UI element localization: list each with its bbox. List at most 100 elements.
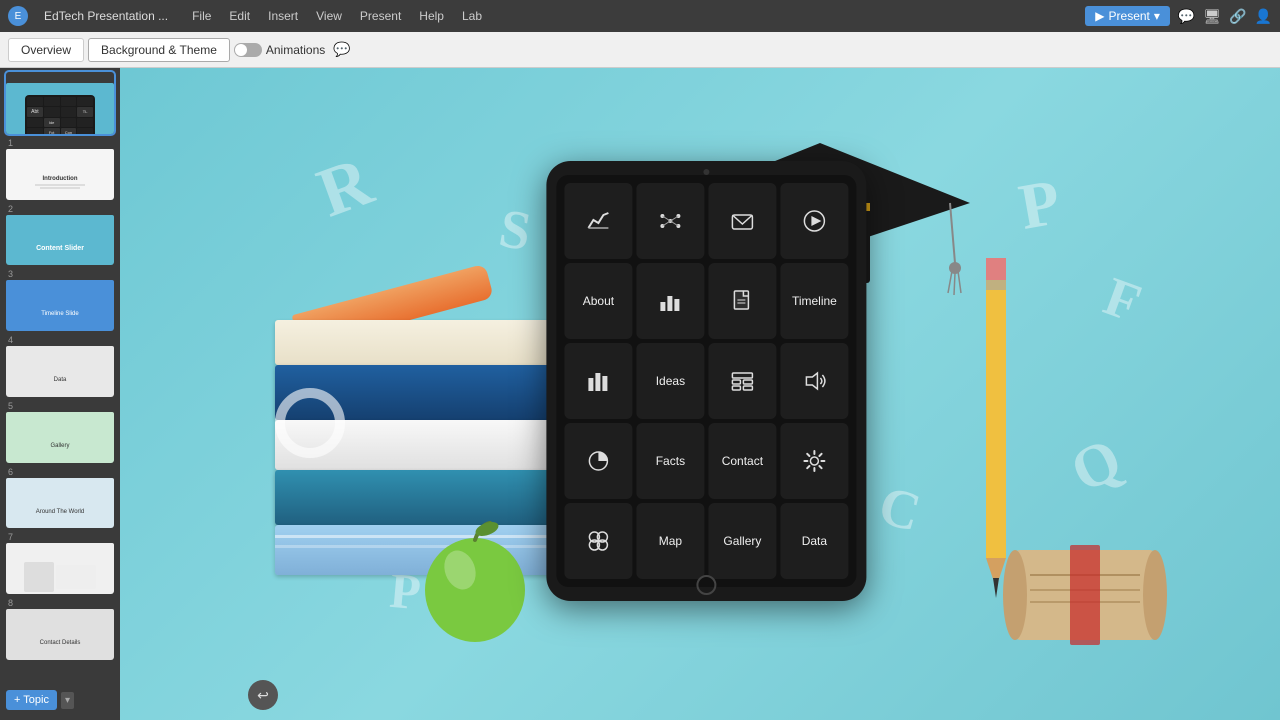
sidebar-item-contact[interactable]: 8 Contact Details Contact bbox=[6, 598, 114, 660]
diploma bbox=[995, 540, 1175, 650]
tab-overview[interactable]: Overview bbox=[8, 38, 84, 62]
menu-bar: FileEditInsertViewPresentHelpLab bbox=[184, 7, 1069, 25]
slide-preview-facts bbox=[6, 543, 114, 594]
tablet-cell-grid[interactable] bbox=[708, 343, 776, 419]
slide-preview-data: Data bbox=[6, 346, 114, 397]
tablet-cell-about[interactable]: About bbox=[564, 263, 632, 339]
tablet-cell-timeline[interactable]: Timeline bbox=[780, 263, 848, 339]
slide-preview-map: Around The World bbox=[6, 478, 114, 529]
menu-item-file[interactable]: File bbox=[184, 7, 219, 25]
tablet-cell-doc[interactable] bbox=[708, 263, 776, 339]
tablet-cell-data[interactable]: Data bbox=[780, 503, 848, 579]
main-layout: Abt TL Ide Fct Con Overview 1 bbox=[0, 68, 1280, 720]
sidebar-item-overview[interactable]: Abt TL Ide Fct Con Overview bbox=[6, 72, 114, 134]
slide-number-3: 3 bbox=[6, 269, 114, 279]
comment-toolbar-icon[interactable]: 💬 bbox=[333, 41, 350, 58]
slide-preview-ideas: Content Slider bbox=[6, 215, 114, 266]
tablet-cell-chart[interactable] bbox=[564, 183, 632, 259]
tablet-home-button[interactable] bbox=[696, 575, 716, 595]
animations-label: Animations bbox=[266, 43, 325, 57]
app-title: EdTech Presentation ... bbox=[44, 9, 168, 23]
sidebar-item-gallery[interactable]: 5 Gallery Gallery bbox=[6, 401, 114, 463]
topbar-right: ▶ Present ▾ 💬 🖥 🔗 👤 bbox=[1085, 6, 1272, 26]
menu-item-edit[interactable]: Edit bbox=[221, 7, 258, 25]
ideas-label: Ideas bbox=[656, 374, 685, 388]
tablet-cell-gear[interactable] bbox=[780, 423, 848, 499]
tablet-camera bbox=[703, 169, 709, 175]
slide-preview-gallery: Gallery bbox=[6, 412, 114, 463]
bottombar: + Topic ▾ bbox=[0, 680, 120, 720]
user-icon[interactable]: 👤 bbox=[1255, 8, 1272, 25]
app-logo: E bbox=[8, 6, 28, 26]
toggle-switch[interactable] bbox=[234, 43, 262, 57]
sidebar-item-about[interactable]: 1 Introduction About bbox=[6, 138, 114, 200]
tablet-cell-speaker[interactable] bbox=[780, 343, 848, 419]
sidebar-item-facts[interactable]: 7 Facts bbox=[6, 532, 114, 594]
tablet-cell-contact[interactable]: Contact bbox=[708, 423, 776, 499]
contact-label: Contact bbox=[722, 454, 763, 468]
gallery-label: Gallery bbox=[723, 534, 761, 548]
present-button[interactable]: ▶ Present ▾ bbox=[1085, 6, 1170, 26]
sidebar: Abt TL Ide Fct Con Overview 1 bbox=[0, 68, 120, 720]
slide-number-8: 8 bbox=[6, 598, 114, 608]
tablet-cell-ideas[interactable]: Ideas bbox=[636, 343, 704, 419]
tablet-cell-play[interactable] bbox=[780, 183, 848, 259]
play-icon: ▶ bbox=[1095, 9, 1104, 23]
menu-item-help[interactable]: Help bbox=[411, 7, 452, 25]
tablet-cell-circles[interactable] bbox=[564, 503, 632, 579]
tablet-cell-network[interactable] bbox=[636, 183, 704, 259]
back-button[interactable]: ↩ bbox=[248, 680, 278, 710]
circle-deco bbox=[275, 388, 345, 463]
slide-number-2: 2 bbox=[6, 204, 114, 214]
timeline-label: Timeline bbox=[792, 294, 837, 308]
tablet-cell-email[interactable] bbox=[708, 183, 776, 259]
about-label: About bbox=[583, 294, 614, 308]
sidebar-item-map[interactable]: 6 Around The World Map bbox=[6, 467, 114, 529]
slide-number-4: 4 bbox=[6, 335, 114, 345]
slide-number-5: 5 bbox=[6, 401, 114, 411]
slide-number bbox=[6, 72, 114, 82]
tablet-cell-pie[interactable] bbox=[564, 423, 632, 499]
topbar: E EdTech Presentation ... FileEditInsert… bbox=[0, 0, 1280, 32]
dropdown-icon[interactable]: ▾ bbox=[61, 692, 74, 709]
share-icon[interactable]: 🔗 bbox=[1229, 8, 1246, 25]
slide-preview-overview: Abt TL Ide Fct Con bbox=[6, 83, 114, 134]
slide-preview-contact: Contact Details bbox=[6, 609, 114, 660]
slide-preview-about: Introduction bbox=[6, 149, 114, 200]
logo-char: E bbox=[15, 11, 22, 22]
facts-label: Facts bbox=[656, 454, 685, 468]
tablet-row-4: Facts Contact bbox=[564, 423, 848, 499]
sidebar-item-timeline[interactable]: 3 Timeline Slide Timeline bbox=[6, 269, 114, 331]
add-topic-button[interactable]: + Topic bbox=[6, 690, 57, 710]
map-label: Map bbox=[659, 534, 682, 548]
tablet-screen: About bbox=[556, 175, 856, 587]
tab-background-theme[interactable]: Background & Theme bbox=[88, 38, 230, 62]
sidebar-item-ideas[interactable]: 2 Content Slider Ideas bbox=[6, 204, 114, 266]
sidebar-item-data[interactable]: 4 Data Data bbox=[6, 335, 114, 397]
back-icon: ↩ bbox=[257, 687, 269, 704]
slide-preview-timeline: Timeline Slide bbox=[6, 280, 114, 331]
data-label: Data bbox=[802, 534, 827, 548]
menu-item-insert[interactable]: Insert bbox=[260, 7, 306, 25]
slide-number-1: 1 bbox=[6, 138, 114, 148]
tablet-cell-gallery[interactable]: Gallery bbox=[708, 503, 776, 579]
tablet-row-3: Ideas bbox=[564, 343, 848, 419]
menu-item-view[interactable]: View bbox=[308, 7, 350, 25]
present-label: Present bbox=[1109, 9, 1150, 23]
tablet-cell-map[interactable]: Map bbox=[636, 503, 704, 579]
comment-icon[interactable]: 💬 bbox=[1178, 8, 1195, 25]
animations-toggle[interactable]: Animations bbox=[234, 43, 325, 57]
tablet-row-2: About bbox=[564, 263, 848, 339]
tablet-cell-facts[interactable]: Facts bbox=[636, 423, 704, 499]
menu-item-lab[interactable]: Lab bbox=[454, 7, 490, 25]
tablet-cell-bar2[interactable] bbox=[564, 343, 632, 419]
screen-icon[interactable]: 🖥 bbox=[1203, 8, 1221, 25]
tablet: About bbox=[546, 161, 866, 601]
dropdown-arrow: ▾ bbox=[1154, 9, 1160, 23]
slide-number-7: 7 bbox=[6, 532, 114, 542]
menu-item-present[interactable]: Present bbox=[352, 7, 409, 25]
tablet-row-5: Map Gallery Data bbox=[564, 503, 848, 579]
canvas: R S O C P F Q P bbox=[120, 68, 1280, 720]
tablet-cell-bar[interactable] bbox=[636, 263, 704, 339]
apple bbox=[415, 515, 535, 645]
